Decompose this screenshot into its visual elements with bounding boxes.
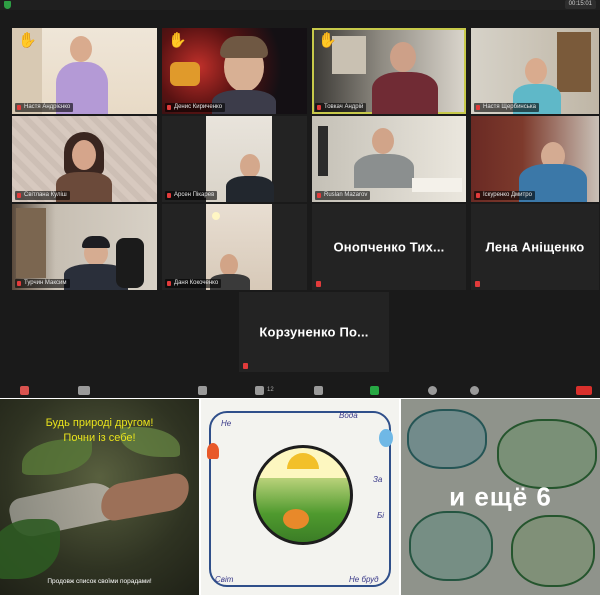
participant-tile[interactable]: ✋ Настя Андрієнко bbox=[12, 28, 157, 114]
participant-name: Настя Андрієнко bbox=[15, 103, 74, 112]
participant-name: Лена Аніщенко bbox=[485, 239, 585, 255]
participant-name: Товкач Андрій bbox=[315, 103, 367, 112]
participants-icon[interactable] bbox=[255, 386, 264, 395]
participant-name: Онопченко Тих... bbox=[333, 239, 445, 255]
security-shield-icon[interactable] bbox=[4, 1, 11, 9]
water-drop-drawing bbox=[379, 429, 393, 447]
participant-tile[interactable]: Ruslan Mazarov bbox=[312, 116, 466, 202]
raised-hand-icon: ✋ bbox=[18, 32, 37, 49]
video-camera-icon[interactable] bbox=[78, 386, 90, 395]
participant-name: Світлана Куліш bbox=[15, 191, 70, 200]
chat-icon[interactable] bbox=[314, 386, 323, 395]
participant-name: Арсен Пікарев bbox=[165, 191, 218, 200]
share-screen-icon[interactable] bbox=[370, 386, 379, 395]
mic-muted-icon bbox=[476, 193, 480, 198]
participant-name: Настя Щербинська bbox=[474, 103, 539, 112]
record-icon[interactable] bbox=[428, 386, 437, 395]
poster-caption: Продовж список своїми порадами! bbox=[47, 578, 152, 585]
more-images-thumbnail[interactable]: и ещё 6 bbox=[401, 399, 600, 595]
participant-tile-no-video[interactable]: Лена Аніщенко bbox=[471, 204, 599, 290]
mic-muted-icon bbox=[167, 281, 171, 286]
participant-tile-no-video[interactable]: Онопченко Тих... bbox=[312, 204, 466, 290]
more-images-label: и ещё 6 bbox=[449, 481, 552, 512]
mic-muted-icon bbox=[317, 193, 321, 198]
fire-drawing bbox=[207, 443, 219, 459]
animal-drawing bbox=[283, 509, 309, 529]
participant-tile-active-speaker[interactable]: ✋ Товкач Андрій bbox=[312, 28, 466, 114]
raised-hand-icon: ✋ bbox=[168, 32, 187, 49]
participant-tile[interactable]: Світлана Куліш bbox=[12, 116, 157, 202]
mic-muted-icon bbox=[243, 363, 248, 369]
participants-count: 12 bbox=[267, 387, 274, 393]
mic-muted-icon bbox=[316, 281, 321, 287]
mic-muted-icon bbox=[17, 105, 21, 110]
mute-microphone-icon[interactable] bbox=[20, 386, 29, 395]
mic-muted-icon bbox=[475, 281, 480, 287]
participant-tile[interactable]: ✋ Денис Кириченко bbox=[162, 28, 307, 114]
mic-muted-icon bbox=[317, 105, 321, 110]
poster-thumbnail[interactable]: Будь природі другом! Почни із себе! Прод… bbox=[0, 399, 199, 595]
reactions-icon[interactable] bbox=[470, 386, 479, 395]
participant-name: Турчин Максим bbox=[15, 279, 70, 288]
poster-slogan-line1: Будь природі другом! bbox=[45, 417, 154, 429]
mic-muted-icon bbox=[17, 281, 21, 286]
drawing-thumbnail[interactable]: Вода За Не Бі Світ Не бруд bbox=[201, 399, 399, 595]
participant-tile[interactable]: Настя Щербинська bbox=[471, 28, 599, 114]
mic-muted-icon bbox=[167, 193, 171, 198]
security-shield-icon[interactable] bbox=[198, 386, 207, 395]
meeting-toolbar: 12 bbox=[0, 383, 600, 398]
mic-muted-icon bbox=[476, 105, 480, 110]
participant-name: Денис Кириченко bbox=[165, 103, 226, 112]
zoom-window: 00:15:01 ✋ Настя Андрієнко ✋ Денис Кирич… bbox=[0, 0, 600, 398]
zoom-top-bar: 00:15:01 bbox=[0, 0, 600, 10]
mic-muted-icon bbox=[17, 193, 21, 198]
participant-name: Ruslan Mazarov bbox=[315, 191, 371, 200]
participant-tile[interactable]: Арсен Пікарев bbox=[162, 116, 307, 202]
participant-tile[interactable]: Турчин Максим bbox=[12, 204, 157, 290]
participant-tile[interactable]: Даня Кокоченко bbox=[162, 204, 307, 290]
participant-name: Корзуненко По... bbox=[259, 324, 369, 340]
mic-muted-icon bbox=[167, 105, 171, 110]
participant-tile[interactable]: Іскуренко Дмитро bbox=[471, 116, 599, 202]
participant-name: Іскуренко Дмитро bbox=[474, 191, 535, 200]
participant-tile-no-video[interactable]: Корзуненко По... bbox=[239, 292, 389, 372]
participant-name: Даня Кокоченко bbox=[165, 279, 222, 288]
meeting-timer: 00:15:01 bbox=[564, 0, 596, 9]
raised-hand-icon: ✋ bbox=[318, 32, 337, 49]
end-meeting-button[interactable] bbox=[576, 386, 592, 395]
poster-slogan-line2: Почни із себе! bbox=[63, 432, 136, 444]
